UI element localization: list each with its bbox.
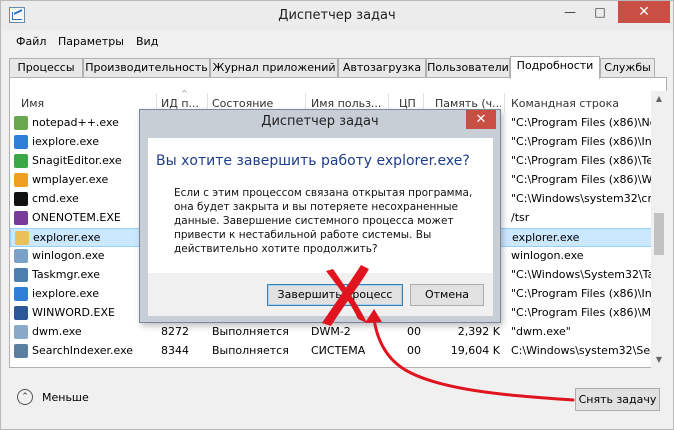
tab-startup[interactable]: Автозагрузка (338, 58, 426, 78)
dialog-footer: Завершить процесс Отмена (148, 273, 493, 316)
cell-cmd: "C:\Program Files (x86)\Int (511, 135, 651, 148)
confirm-dialog: Диспетчер задач ✕ Вы хотите завершить ра… (139, 109, 501, 323)
scroll-thumb[interactable] (654, 213, 664, 255)
cell-cmd: "C:\Program Files (x86)\Int (511, 287, 651, 300)
process-icon (14, 325, 28, 339)
tab-users[interactable]: Пользователи (426, 58, 510, 78)
minimize-button[interactable]: — (556, 1, 584, 23)
vertical-scrollbar[interactable]: ▲ ▼ (651, 91, 667, 368)
cell-mem: 2,392 K (457, 325, 500, 338)
cell-cmd: "C:\Program Files (x86)\Wi (511, 173, 651, 186)
cell-cmd: winlogon.exe (511, 249, 584, 262)
cell-status: Выполняется (212, 344, 289, 357)
process-icon (14, 287, 28, 301)
fewer-details-button[interactable]: ⌃ Меньше (17, 388, 117, 408)
end-task-button[interactable]: Снять задачу (575, 388, 660, 411)
process-icon (14, 154, 28, 168)
tab-services[interactable]: Службы (600, 58, 655, 78)
tab-details[interactable]: Подробности (510, 56, 600, 79)
dialog-message: Если с этим процессом связана открытая п… (174, 187, 473, 255)
cell-name: SearchIndexer.exe (32, 344, 134, 357)
tab-processes[interactable]: Процессы (9, 58, 83, 78)
col-command-line[interactable]: Командная строка (511, 97, 649, 115)
cell-cmd: "C:\Program Files (x86)\No (511, 116, 651, 129)
dialog-title: Диспетчер задач (261, 114, 379, 129)
task-manager-window: Диспетчер задач — □ ✕ Файл Параметры Вид… (0, 0, 674, 430)
tab-performance[interactable]: Производительность (83, 58, 210, 78)
column-separator[interactable] (504, 93, 505, 113)
process-icon (14, 173, 28, 187)
cell-cmd: "C:\Windows\System32\Ta (511, 268, 651, 281)
menu-file[interactable]: Файл (16, 35, 46, 48)
scroll-down-icon[interactable]: ▼ (651, 352, 667, 368)
cell-pid: 8272 (161, 325, 189, 338)
cell-name: dwm.exe (32, 325, 82, 338)
process-icon (14, 211, 28, 225)
cell-cmd: C:\Windows\system32\Sea (511, 344, 651, 357)
cell-cmd: explorer.exe (512, 231, 580, 244)
close-button[interactable]: ✕ (618, 1, 670, 23)
fewer-details-label: Меньше (42, 391, 89, 404)
cell-status: Выполняется (212, 325, 289, 338)
cell-pid: 8344 (161, 344, 189, 357)
maximize-button[interactable]: □ (586, 1, 614, 23)
process-icon (14, 135, 28, 149)
title-bar[interactable]: Диспетчер задач — □ ✕ (1, 1, 673, 31)
cell-cmd: "dwm.exe" (511, 325, 571, 338)
chevron-up-icon: ⌃ (17, 389, 33, 405)
cell-mem: 19,604 K (450, 344, 500, 357)
process-icon (14, 116, 28, 130)
process-icon (14, 306, 28, 320)
cell-cpu: 00 (407, 325, 421, 338)
table-row[interactable]: SearchIndexer.exe 8344 Выполняется СИСТЕМА 0… (10, 342, 654, 361)
table-row[interactable]: dwm.exe 8272 Выполняется DWM-2 00 2,392 K "dwm… (10, 323, 654, 342)
process-icon (14, 268, 28, 282)
menu-view[interactable]: Вид (136, 35, 158, 48)
cell-user: СИСТЕМА (311, 344, 366, 357)
end-process-button[interactable]: Завершить процесс (267, 284, 403, 306)
process-icon (14, 249, 28, 263)
cell-cpu: 00 (407, 344, 421, 357)
cell-cmd: "C:\Program Files (x86)\Te (511, 154, 651, 167)
process-icon (14, 192, 28, 206)
process-icon (15, 231, 29, 245)
cell-user: DWM-2 (311, 325, 351, 338)
tab-app-history[interactable]: Журнал приложений (210, 58, 338, 78)
col-name[interactable]: Имя (21, 97, 151, 115)
dialog-heading: Вы хотите завершить работу explorer.exe? (156, 153, 470, 169)
scroll-up-icon[interactable]: ▲ (651, 91, 667, 107)
menu-options[interactable]: Параметры (58, 35, 124, 48)
cell-cmd: "C:\Program Files (x86)\Mi (511, 306, 651, 319)
cell-cmd: /tsr (511, 211, 530, 224)
dialog-body: Вы хотите завершить работу explorer.exe?… (148, 138, 493, 273)
cancel-button[interactable]: Отмена (410, 284, 484, 306)
cell-cmd: "C:\Windows\system32\cm (511, 192, 651, 205)
process-icon (14, 344, 28, 358)
tab-strip: Процессы Производительность Журнал прило… (9, 56, 667, 79)
dialog-close-button[interactable]: ✕ (466, 110, 496, 129)
